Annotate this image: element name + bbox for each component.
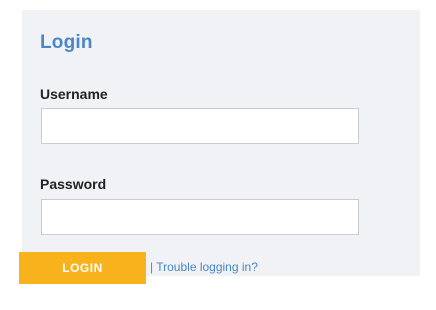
password-label: Password [40, 176, 107, 192]
login-button[interactable]: LOGIN [19, 252, 146, 284]
trouble-logging-in-link[interactable]: Trouble logging in? [156, 260, 258, 274]
login-title: Login [40, 32, 93, 53]
password-input[interactable] [41, 199, 359, 235]
trouble-row: | Trouble logging in? [150, 260, 258, 274]
username-label: Username [40, 86, 108, 102]
login-panel: Login Username Password [22, 10, 420, 276]
username-input[interactable] [41, 108, 359, 144]
separator: | [150, 260, 154, 274]
